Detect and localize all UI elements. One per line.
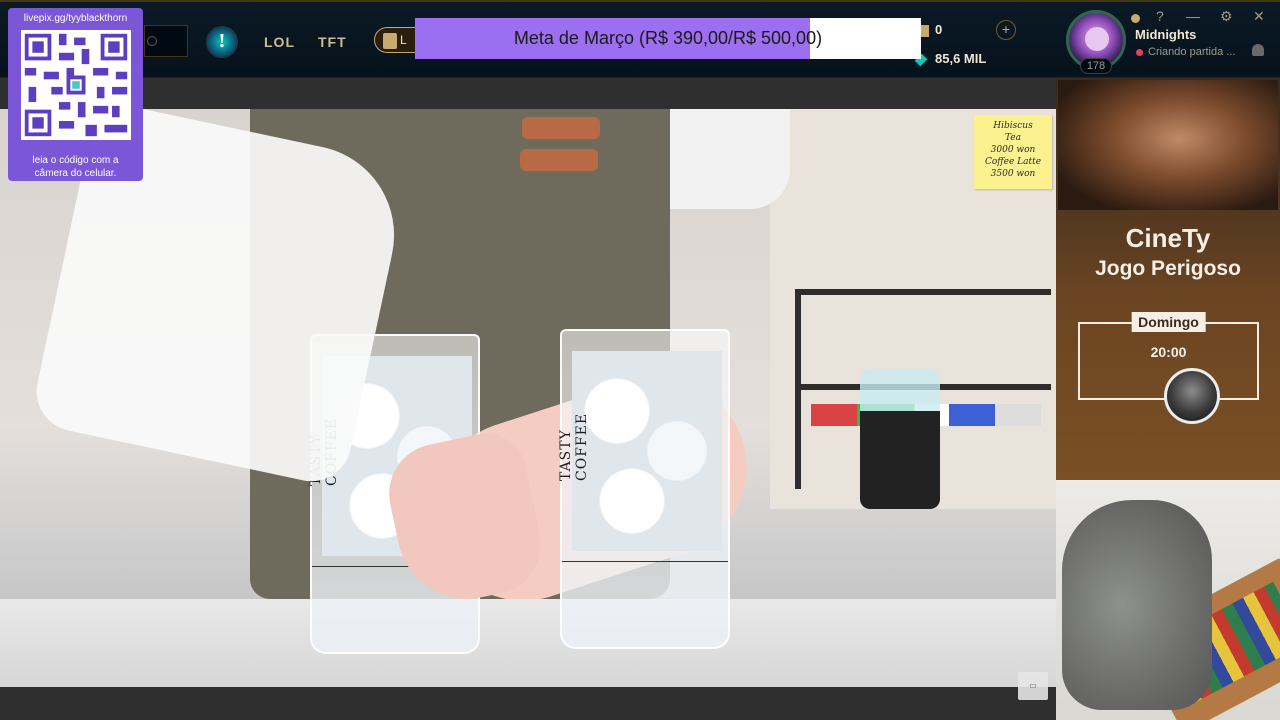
counter-top — [0, 599, 1056, 687]
schedule-day: Domingo — [1131, 312, 1206, 332]
info-icon[interactable]: ! — [206, 26, 238, 58]
riot-points-icon — [921, 24, 929, 37]
video-frame: TASTY COFFEE TASTY COFFEE — [0, 99, 1056, 687]
avatar-icon — [1085, 27, 1109, 51]
sticky-note-line: Hibiscus — [993, 121, 1033, 131]
sticky-note-line: 3000 won — [990, 145, 1036, 155]
search-input[interactable] — [144, 25, 188, 57]
barista-shirt — [670, 109, 790, 209]
menu-sticky-note: Hibiscus Tea 3000 won Coffee Latte 3500 … — [974, 115, 1052, 189]
help-icon[interactable]: ? — [1156, 8, 1164, 24]
apron-strap — [520, 149, 598, 171]
play-button-label: L — [400, 33, 407, 47]
minimize-icon[interactable]: — — [1186, 8, 1200, 24]
poster-photo — [1058, 80, 1278, 210]
qr-caption-line: câmera do celular. — [34, 168, 117, 179]
poster-subtitle: Jogo Perigoso — [1095, 257, 1241, 280]
qr-caption: leia o código com a câmera do celular. — [8, 154, 143, 180]
status-indicator — [1131, 14, 1140, 23]
movie-night-poster: CineTy Jogo Perigoso Domingo 20:00 — [1056, 78, 1280, 480]
video-letterbox-bottom — [0, 687, 1056, 720]
sticky-note-line: 3500 won — [990, 169, 1036, 179]
ice-cubes — [572, 351, 722, 551]
cup-fill-line — [562, 561, 728, 562]
cat-camera — [1056, 480, 1280, 720]
summoner-status: Criando partida ... — [1148, 46, 1236, 58]
sticky-note-line: Tea — [1005, 133, 1021, 143]
sticky-note-line: Coffee Latte — [984, 157, 1042, 167]
level-badge: 178 — [1080, 58, 1112, 74]
stream-layout: ! LOL TFT L 0 + 85,6 MIL 178 Midnights C… — [0, 0, 1280, 720]
apron-strap — [522, 117, 600, 139]
qr-caption-line: leia o código com a — [32, 155, 119, 166]
game-emblem-icon — [383, 32, 397, 49]
schedule-box: Domingo 20:00 — [1078, 312, 1259, 424]
main-video[interactable]: TASTY COFFEE TASTY COFFEE — [0, 78, 1056, 720]
poster-title: CineTy — [1125, 223, 1211, 253]
blue-essence: 85,6 MIL — [914, 51, 987, 66]
riot-points: 0 — [921, 22, 942, 37]
notification-bell-icon[interactable] — [1252, 44, 1264, 56]
shelf-rail — [801, 289, 1051, 295]
settings-icon[interactable]: ⚙ — [1220, 8, 1233, 25]
donation-goal-text: Meta de Março (R$ 390,00/R$ 500,00) — [513, 28, 823, 48]
qr-donation-card: livepix.gg/tyyblackthorn leia o código c… — [8, 8, 143, 181]
cup-brand-text: TASTY COFFEE — [558, 412, 590, 481]
close-icon[interactable]: ✕ — [1253, 8, 1265, 25]
captions-button[interactable]: ▭ — [1018, 672, 1048, 700]
buy-rp-button[interactable]: + — [996, 20, 1016, 40]
riot-points-value: 0 — [935, 22, 943, 37]
nav-tab-lol[interactable]: LOL — [264, 34, 295, 50]
cat — [1062, 500, 1212, 710]
donation-goal-bar: Meta de Março (R$ 390,00/R$ 500,00) — [415, 18, 921, 59]
qr-code-icon — [21, 30, 131, 140]
search-icon — [147, 36, 157, 46]
activity-status-icon — [1136, 49, 1143, 56]
video-letterbox-top — [0, 78, 1056, 109]
blue-essence-value: 85,6 MIL — [935, 51, 987, 66]
nav-tab-tft[interactable]: TFT — [318, 34, 347, 50]
qr-url: livepix.gg/tyyblackthorn — [23, 13, 128, 24]
schedule-time: 20:00 — [1150, 344, 1187, 360]
ice-cup-right: TASTY COFFEE — [558, 329, 730, 649]
summoner-name[interactable]: Midnights — [1135, 27, 1196, 42]
top-border — [0, 0, 1280, 2]
host-avatar — [1164, 368, 1220, 424]
back-pitcher — [860, 369, 940, 509]
